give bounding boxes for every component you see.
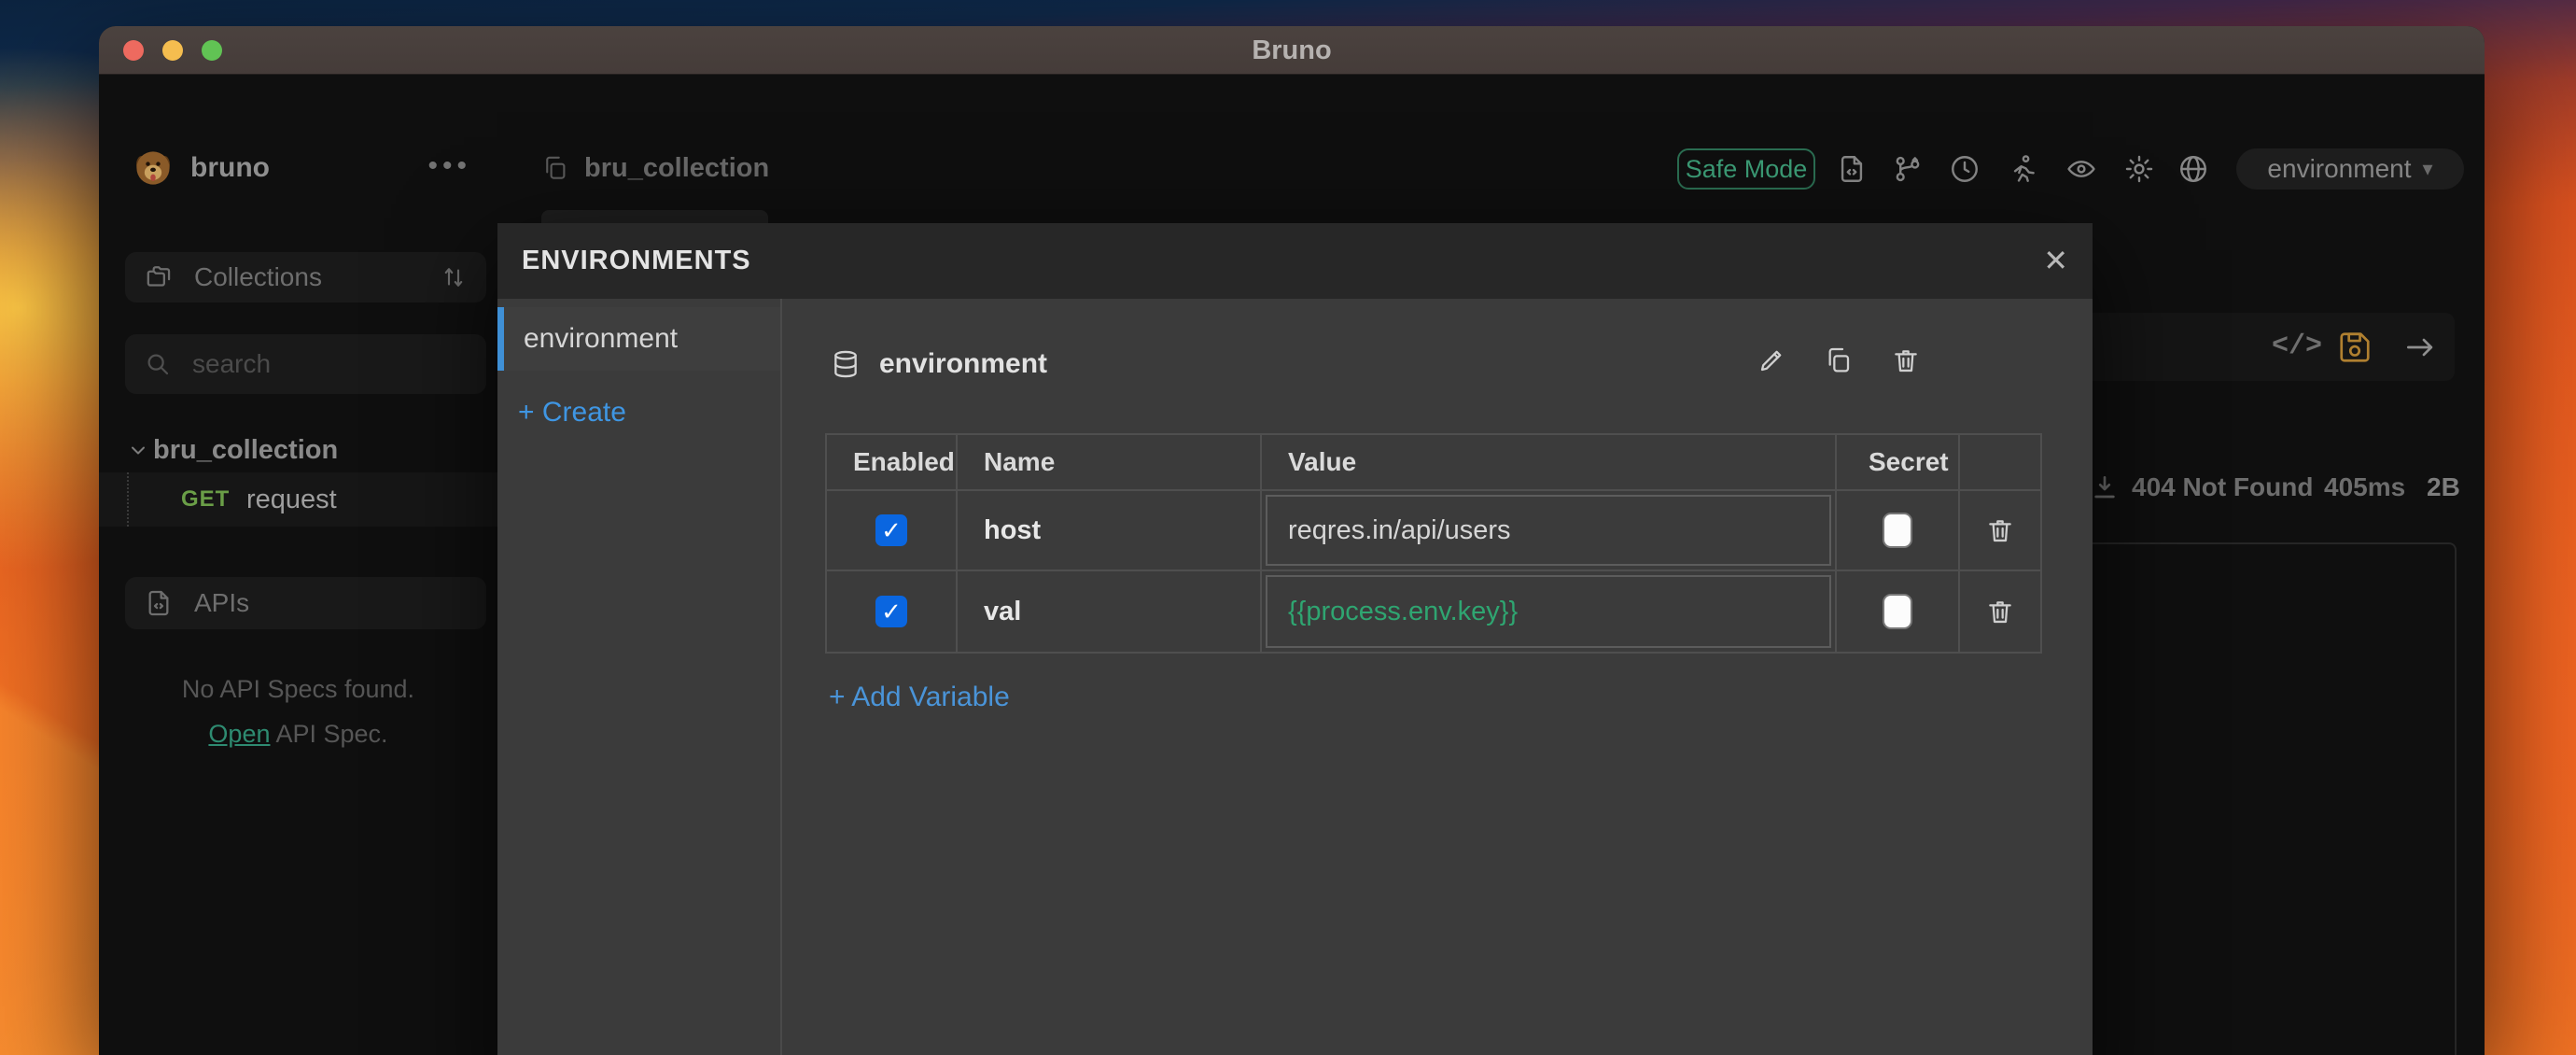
safe-mode-label: Safe Mode	[1686, 155, 1808, 184]
search-icon	[144, 350, 172, 378]
variable-value-input[interactable]: reqres.in/api/users	[1266, 495, 1831, 566]
environment-detail: environment	[782, 299, 2093, 1055]
copy-icon[interactable]	[1824, 345, 1854, 375]
table-row-cell: reqres.in/api/users	[1262, 491, 1837, 571]
edit-icon[interactable]	[1757, 345, 1786, 375]
download-icon[interactable]	[2090, 472, 2120, 502]
create-environment-button[interactable]: + Create	[518, 392, 626, 433]
response-size: 2B	[2427, 471, 2460, 504]
environment-header: environment	[831, 342, 1047, 387]
close-icon[interactable]: ✕	[2043, 223, 2068, 299]
environment-name: environment	[879, 348, 1047, 380]
variables-table: Enabled Name Value Secret ✓ host reqres.…	[825, 433, 2042, 654]
sidebar-item-apis[interactable]: APIs	[125, 577, 486, 629]
collections-label: Collections	[194, 262, 322, 292]
no-api-specs-text: No API Specs found.	[99, 675, 497, 704]
enabled-checkbox[interactable]: ✓	[875, 514, 907, 546]
environment-selector-label: environment	[2267, 154, 2411, 184]
table-row-cell	[1960, 491, 2040, 571]
search-box	[125, 334, 486, 394]
environment-nav-item[interactable]: environment	[497, 307, 780, 371]
table-row-cell	[1960, 571, 2040, 652]
titlebar: Bruno	[99, 26, 2485, 75]
table-row-cell	[1837, 571, 1960, 652]
app-window: Bruno	[99, 26, 2485, 1055]
environment-selector[interactable]: environment ▾	[2236, 148, 2464, 190]
table-row-cell: ✓	[827, 571, 958, 652]
table-row-cell: ✓	[827, 491, 958, 571]
bruno-dog-avatar	[133, 148, 174, 189]
sidebar-item-collections[interactable]: Collections	[125, 252, 486, 302]
variable-name-cell[interactable]: val	[958, 571, 1262, 652]
caret-down-icon: ▾	[2423, 157, 2433, 181]
enabled-checkbox[interactable]: ✓	[875, 596, 907, 627]
window-title: Bruno	[99, 26, 2485, 75]
col-header-enabled: Enabled	[827, 435, 958, 491]
search-input[interactable]	[192, 349, 529, 379]
table-row-cell: {{process.env.key}}	[1262, 571, 1837, 652]
table-row-cell	[1837, 491, 1960, 571]
sidebar: bruno ••• Collections	[99, 123, 497, 1055]
trash-icon[interactable]	[1985, 597, 2015, 626]
apis-label: APIs	[194, 588, 249, 618]
col-header-name: Name	[958, 435, 1262, 491]
trash-icon[interactable]	[1891, 345, 1921, 375]
col-header-value: Value	[1262, 435, 1837, 491]
variable-value-input[interactable]: {{process.env.key}}	[1266, 575, 1831, 648]
secret-checkbox[interactable]	[1884, 514, 1911, 546]
variable-name-cell[interactable]: host	[958, 491, 1262, 571]
file-code-icon	[144, 588, 174, 618]
col-header-secret: Secret	[1837, 435, 1960, 491]
eye-icon[interactable]	[2065, 152, 2098, 186]
account-row: bruno •••	[99, 142, 497, 194]
clock-icon[interactable]	[1948, 152, 1981, 186]
safe-mode-badge[interactable]: Safe Mode	[1677, 148, 1815, 190]
gear-icon[interactable]	[2122, 152, 2156, 186]
secret-checkbox[interactable]	[1884, 596, 1911, 627]
open-api-spec-suffix: API Spec.	[270, 720, 387, 748]
chevron-down-icon	[127, 439, 149, 461]
git-branch-icon[interactable]	[1891, 152, 1925, 186]
save-icon[interactable]	[2337, 330, 2373, 365]
add-variable-button[interactable]: + Add Variable	[829, 677, 1010, 718]
collection-tab[interactable]: bru_collection	[541, 142, 769, 194]
collection-tree-item[interactable]: bru_collection	[99, 429, 497, 471]
app-body: bruno ••• Collections	[99, 75, 2485, 1055]
code-view-icon[interactable]: </>	[2272, 313, 2322, 381]
file-code-icon[interactable]	[1835, 152, 1869, 186]
open-api-spec-link[interactable]: Open	[208, 720, 270, 748]
col-header-actions	[1960, 435, 2040, 491]
environments-nav: environment + Create	[497, 299, 782, 1055]
modal-title: ENVIRONMENTS	[522, 223, 751, 299]
sort-icon[interactable]	[440, 263, 468, 291]
send-request-icon[interactable]	[2402, 330, 2438, 365]
collection-name: bru_collection	[153, 429, 338, 471]
folders-icon	[144, 262, 174, 292]
account-name: bruno	[190, 142, 270, 194]
environment-actions	[1757, 345, 1921, 375]
response-duration: 405ms	[2324, 471, 2405, 504]
environments-modal: ENVIRONMENTS ✕ environment + Create	[497, 223, 2093, 1055]
database-icon	[831, 349, 861, 379]
environment-nav-label: environment	[524, 323, 678, 355]
response-status-text: 404 Not Found	[2132, 471, 2313, 504]
pages-icon	[541, 154, 569, 182]
sidebar-menu-button[interactable]: •••	[427, 142, 471, 190]
desktop: Bruno	[0, 0, 2576, 1055]
modal-header: ENVIRONMENTS ✕	[497, 223, 2093, 299]
globe-icon[interactable]	[2177, 152, 2210, 186]
trash-icon[interactable]	[1985, 515, 2015, 545]
open-api-spec-line: Open API Spec.	[99, 720, 497, 749]
request-tab-strip[interactable]	[541, 210, 768, 223]
runner-icon[interactable]	[2006, 152, 2039, 186]
collection-tab-label: bru_collection	[584, 153, 769, 184]
